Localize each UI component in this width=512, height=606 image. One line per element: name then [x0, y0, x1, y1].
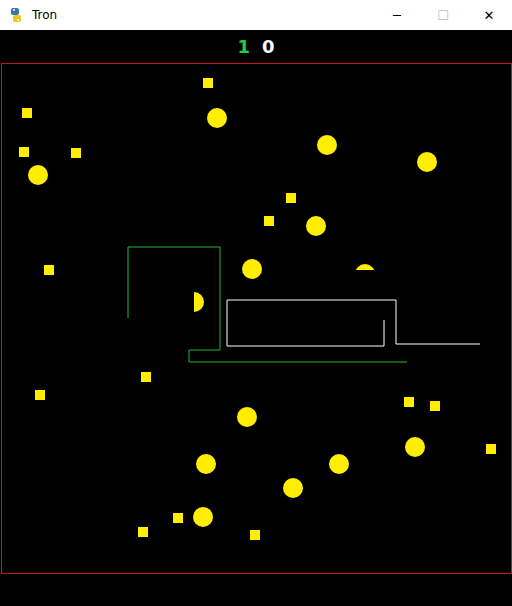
square-pickup [44, 265, 54, 275]
circle-pickup [28, 165, 48, 185]
square-pickup [173, 513, 183, 523]
square-pickup [286, 193, 296, 203]
circle-pickup [193, 507, 213, 527]
circle-pickup [237, 407, 257, 427]
square-pickup [430, 401, 440, 411]
circle-pickup [317, 135, 337, 155]
board [2, 64, 511, 573]
circle-pickup [196, 454, 216, 474]
player-score: 1 [237, 38, 250, 56]
circle-pickup [242, 259, 262, 279]
circle-pickup [417, 152, 437, 172]
window-control-button: ☐ [420, 0, 466, 30]
window-control-button[interactable]: ✕ [466, 0, 512, 30]
square-pickup [138, 527, 148, 537]
python-icon [8, 7, 24, 23]
circle-pickup [306, 216, 326, 236]
square-pickup [22, 108, 32, 118]
window-control-button[interactable]: ─ [374, 0, 420, 30]
square-pickup [264, 216, 274, 226]
square-pickup [71, 148, 81, 158]
score-bar: 10 [0, 30, 512, 63]
window-title: Tron [32, 8, 57, 22]
circle-pickup [283, 478, 303, 498]
square-pickup [203, 78, 213, 88]
light-trail [227, 300, 480, 346]
square-pickup [35, 390, 45, 400]
square-pickup [250, 530, 260, 540]
square-pickup [486, 444, 496, 454]
square-pickup [404, 397, 414, 407]
square-pickup [19, 147, 29, 157]
circle-pickup [194, 292, 204, 312]
title-bar: Tron ─☐✕ [0, 0, 512, 30]
bottom-margin [0, 574, 512, 606]
circle-pickup [405, 437, 425, 457]
circle-pickup [207, 108, 227, 128]
game-window: Tron─☐✕10 [0, 0, 512, 606]
player-score: 0 [262, 38, 275, 56]
light-trail [128, 247, 407, 362]
circle-pickup [329, 454, 349, 474]
circle-pickup [355, 264, 375, 270]
square-pickup [141, 372, 151, 382]
arena [1, 63, 512, 574]
